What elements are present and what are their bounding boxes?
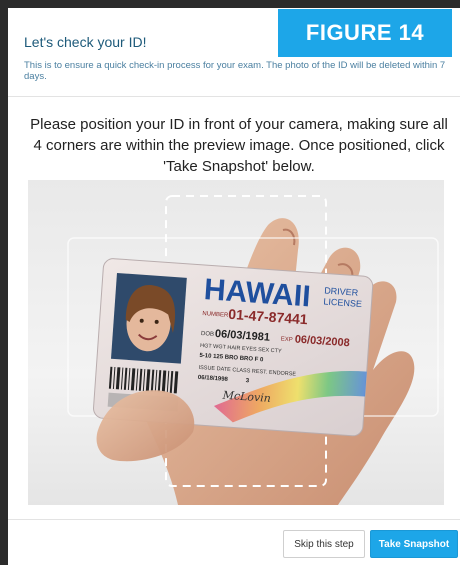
figure-label: FIGURE 14 [278, 9, 452, 57]
footer-divider [8, 519, 460, 520]
take-snapshot-button[interactable]: Take Snapshot [370, 530, 458, 558]
dialog-subtitle: This is to ensure a quick check-in proce… [24, 60, 446, 82]
skip-step-button[interactable]: Skip this step [283, 530, 365, 558]
camera-preview: HAWAII DRIVER LICENSE NUMBER 01-47-87441… [28, 180, 444, 505]
dialog-title: Let's check your ID! [24, 34, 147, 50]
card-exp-label: EXP [281, 337, 293, 344]
id-check-dialog: Let's check your ID! This is to ensure a… [8, 8, 460, 565]
instructions-text: Please position your ID in front of your… [30, 116, 448, 175]
card-dob-label: DOB [201, 331, 214, 338]
camera-preview-image: HAWAII DRIVER LICENSE NUMBER 01-47-87441… [67, 195, 439, 505]
